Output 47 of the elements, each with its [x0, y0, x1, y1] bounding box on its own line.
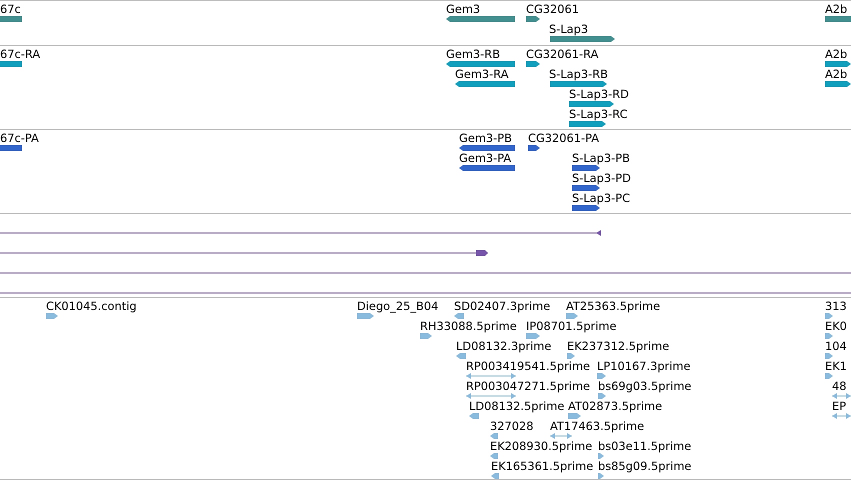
feature-label: S-Lap3-PD: [572, 172, 631, 185]
feature-label: S-Lap3-PB: [572, 152, 630, 165]
feature-label: Gem3-PB: [459, 132, 512, 145]
feature-label: 67c-PA: [0, 132, 39, 145]
feature-label: S-Lap3-RD: [569, 88, 629, 101]
feature-label: IP08701.5prime: [526, 320, 617, 333]
feature-label: EK165361.5prime: [491, 460, 594, 473]
feature-label: RP003047271.5prime: [466, 380, 590, 393]
feature-label: LP10167.3prime: [597, 360, 690, 373]
feature-label: Gem3-RB: [446, 48, 500, 61]
feature-label: bs69g03.5prime: [598, 380, 692, 393]
feature-label: EK0: [825, 320, 847, 333]
feature-label: A2b: [825, 48, 848, 61]
feature-label: EK237312.5prime: [567, 340, 670, 353]
feature-label: EK1: [825, 360, 847, 373]
feature-label: A2b: [825, 3, 848, 16]
feature-label: S-Lap3: [549, 23, 588, 36]
feature-label: 48: [832, 380, 846, 393]
feature-label: 327028: [490, 420, 534, 433]
feature-label: CG32061-RA: [526, 48, 598, 61]
feature-label: A2b: [825, 68, 848, 81]
feature-label: CG32061-PA: [528, 132, 600, 145]
feature-label: Gem3-RA: [455, 68, 509, 81]
feature-label: EK208930.5prime: [490, 440, 592, 453]
feature-label: 313: [825, 300, 847, 313]
feature-label: 67c-RA: [0, 48, 40, 61]
feature-label: AT17463.5prime: [550, 420, 644, 433]
feature-label: Gem3-PA: [459, 152, 512, 165]
feature-label: RP003419541.5prime: [466, 360, 590, 373]
feature-label: 104: [825, 340, 847, 353]
feature-label: AT02873.5prime: [568, 400, 662, 413]
feature-label: SD02407.3prime: [454, 300, 550, 313]
feature-label: LD08132.3prime: [456, 340, 552, 353]
feature-label: S-Lap3-PC: [572, 192, 630, 205]
feature-label: Diego_25_B04: [357, 300, 438, 313]
feature-label: 67c: [0, 3, 21, 16]
feature-label: RH33088.5prime: [420, 320, 517, 333]
feature-label: S-Lap3-RC: [569, 108, 628, 121]
feature-label: Gem3: [446, 3, 480, 16]
feature-label: S-Lap3-RB: [549, 68, 608, 81]
feature-label: LD08132.5prime: [469, 400, 564, 413]
feature-label: bs85g09.5prime: [598, 460, 692, 473]
feature-label: EP: [832, 400, 846, 413]
feature-label: CG32061: [526, 3, 580, 16]
feature-label: CK01045.contig: [46, 300, 137, 313]
feature-label: bs03e11.5prime: [598, 440, 692, 453]
feature-label: AT25363.5prime: [566, 300, 660, 313]
